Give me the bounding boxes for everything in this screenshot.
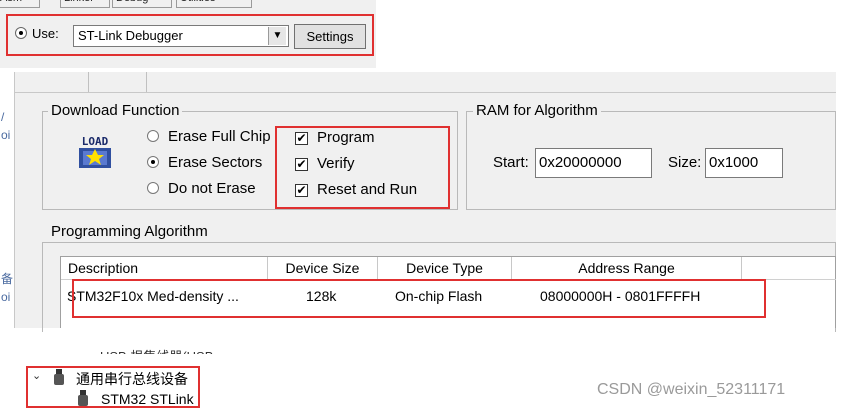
download-function-title: Download Function (48, 102, 183, 120)
column-header-address-range[interactable]: Address Range (512, 257, 742, 279)
highlight-box-download-options (275, 126, 450, 209)
tab-divider (88, 72, 89, 92)
editor-margin-strip: / oi 备 oi (0, 72, 14, 328)
highlight-box-algorithm-row (72, 279, 766, 318)
column-header-description[interactable]: Description (61, 257, 268, 279)
ram-size-input[interactable]: 0x1000 (705, 148, 783, 178)
tab-asm[interactable]: Asm (0, 0, 40, 8)
ram-start-label: Start: (493, 154, 529, 171)
tree-item-usb-root-hub[interactable]: USB 根集线器(USB (100, 346, 213, 354)
watermark: CSDN @weixin_52311171 (597, 381, 786, 398)
tab-utilities[interactable]: Utilities (176, 0, 252, 8)
programming-algorithm-title: Programming Algorithm (48, 223, 211, 241)
tab-debug[interactable]: Debug (112, 0, 172, 8)
tab-linker[interactable]: Linker (60, 0, 110, 8)
ram-for-algorithm-title: RAM for Algorithm (473, 102, 601, 120)
margin-divider (14, 72, 15, 328)
erase-sectors-label: Erase Sectors (168, 154, 263, 171)
erase-full-chip-radio[interactable] (147, 130, 159, 142)
column-header-device-type[interactable]: Device Type (378, 257, 512, 279)
tab-divider (146, 72, 147, 92)
highlight-box-device-tree (26, 366, 200, 408)
options-tabstrip: Asm Linker Debug Utilities (0, 0, 376, 10)
ram-start-input[interactable]: 0x20000000 (535, 148, 652, 178)
erase-sectors-radio[interactable] (147, 156, 159, 168)
highlight-box-debugger (6, 14, 374, 56)
column-header-device-size[interactable]: Device Size (268, 257, 378, 279)
tabs-bottom-line (14, 92, 836, 93)
do-not-erase-label: Do not Erase (168, 180, 256, 197)
load-icon-text: LOAD (82, 135, 109, 148)
erase-full-chip-label: Erase Full Chip (168, 128, 271, 145)
ram-size-label: Size: (668, 154, 702, 171)
load-icon: LOAD (75, 134, 115, 170)
do-not-erase-radio[interactable] (147, 182, 159, 194)
